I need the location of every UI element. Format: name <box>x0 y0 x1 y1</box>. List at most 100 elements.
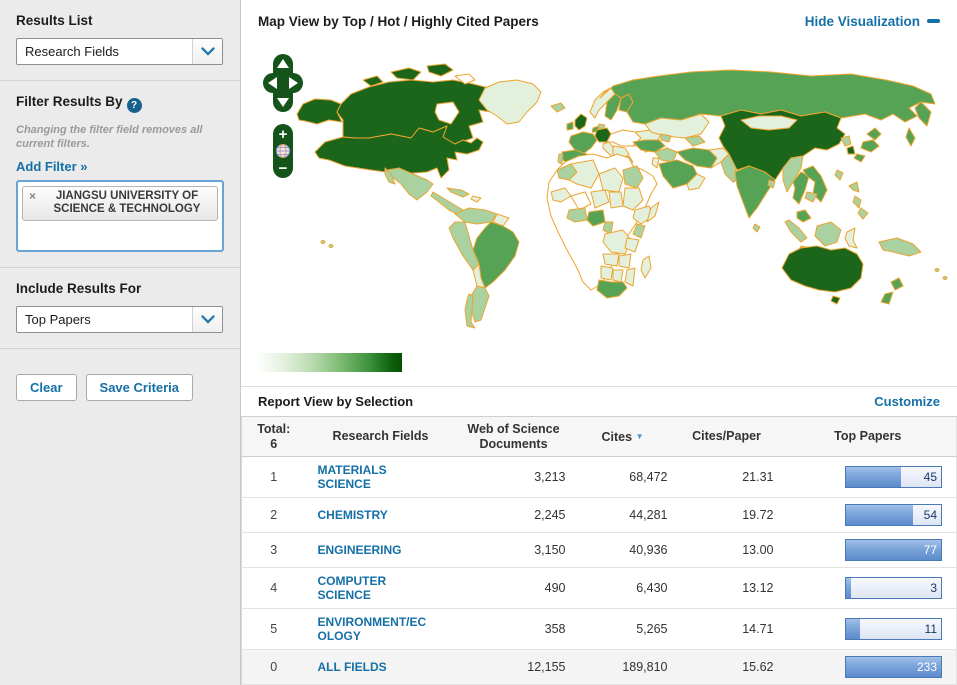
sidebar: Results List Research Fields Filter Resu… <box>0 0 241 685</box>
top-papers-cell: 45 <box>779 456 957 498</box>
pacific-island <box>942 276 948 281</box>
actions-section: Clear Save Criteria <box>0 348 240 416</box>
chevron-down-icon[interactable] <box>192 39 222 64</box>
new-guinea <box>878 237 922 257</box>
table-row: 5 ENVIRONMENT/ECOLOGY 358 5,265 14.71 11 <box>241 608 957 650</box>
research-field-cell: COMPUTER SCIENCE <box>305 567 456 609</box>
results-list-select[interactable]: Research Fields <box>16 38 223 65</box>
total-header: Total: 6 <box>241 416 306 457</box>
cites-per-paper-cell: 21.31 <box>673 456 780 498</box>
include-results-heading: Include Results For <box>16 281 142 296</box>
include-results-select[interactable]: Top Papers <box>16 306 223 333</box>
map-zoom-control[interactable]: + − <box>273 124 293 179</box>
research-field-link[interactable]: ENGINEERING <box>318 543 430 557</box>
filter-note: Changing the filter field removes all cu… <box>16 124 203 150</box>
top-papers-value: 77 <box>923 543 937 557</box>
zoom-in-button[interactable]: + <box>279 126 288 143</box>
map-view-header: Map View by Top / Hot / Highly Cited Pap… <box>241 0 957 42</box>
add-filter-link[interactable]: Add Filter » <box>16 159 88 174</box>
globe-icon[interactable] <box>276 144 290 159</box>
map-country-greenland[interactable] <box>478 79 542 125</box>
research-field-link[interactable]: ENVIRONMENT/ECOLOGY <box>318 615 430 643</box>
research-field-link[interactable]: CHEMISTRY <box>318 508 430 522</box>
map-country-alaska[interactable] <box>296 98 343 125</box>
column-research-fields[interactable]: Research Fields <box>305 416 456 457</box>
map-country-south-africa[interactable] <box>596 279 628 299</box>
zoom-out-button[interactable]: − <box>279 160 288 177</box>
include-results-selected-value: Top Papers <box>25 312 91 327</box>
map-country-new-zealand[interactable] <box>890 277 904 291</box>
cites-per-paper-cell: 13.00 <box>673 532 780 568</box>
world-map-choropleth[interactable]: + − <box>241 42 957 382</box>
filter-heading: Filter Results By? <box>16 94 224 113</box>
sulawesi <box>844 227 858 249</box>
top-papers-bar: 77 <box>845 539 942 561</box>
top-papers-bar: 11 <box>845 618 942 640</box>
results-list-heading: Results List <box>16 13 93 28</box>
column-wos-documents[interactable]: Web of Science Documents <box>455 416 572 457</box>
collapse-icon[interactable] <box>927 19 940 24</box>
map-country-mozambique <box>624 267 636 287</box>
cites-cell: 68,472 <box>571 456 674 498</box>
top-papers-cell: 233 <box>779 649 957 685</box>
rank-cell: 4 <box>241 567 306 609</box>
top-papers-value: 45 <box>923 470 937 484</box>
results-list-selected-value: Research Fields <box>25 44 119 59</box>
table-row: 0 ALL FIELDS 12,155 189,810 15.62 233 <box>241 649 957 685</box>
column-cites-per-paper[interactable]: Cites/Paper <box>673 416 780 457</box>
map-country-japan[interactable] <box>860 139 880 153</box>
map-country-zambia <box>618 253 632 269</box>
wos-documents-cell: 2,245 <box>455 497 572 533</box>
map-pan-control[interactable] <box>263 54 303 113</box>
map-country-japan <box>853 153 866 163</box>
top-papers-bar: 3 <box>845 577 942 599</box>
map-country-new-zealand[interactable] <box>880 291 894 305</box>
map-country-taiwan <box>834 169 844 181</box>
rank-cell: 0 <box>241 649 306 685</box>
column-cites-sorted[interactable]: Cites ▼ <box>571 416 674 457</box>
research-field-link[interactable]: MATERIALS SCIENCE <box>318 463 430 491</box>
cites-cell: 189,810 <box>571 649 674 685</box>
map-country-cuba <box>446 187 470 198</box>
save-criteria-button[interactable]: Save Criteria <box>85 374 194 401</box>
rank-cell: 2 <box>241 497 306 533</box>
top-papers-value: 233 <box>916 660 937 674</box>
hawaii-island <box>320 240 326 245</box>
map-country-cambodia <box>804 191 818 203</box>
help-icon[interactable]: ? <box>126 98 142 113</box>
filter-tag-label: JIANGSU UNIVERSITY OF SCIENCE & TECHNOLO… <box>53 190 201 215</box>
cites-per-paper-cell: 13.12 <box>673 567 780 609</box>
table-row: 3 ENGINEERING 3,150 40,936 13.00 77 <box>241 532 957 568</box>
levant <box>651 157 660 169</box>
report-table-body: 1 MATERIALS SCIENCE 3,213 68,472 21.31 45 2 CHE… <box>241 456 957 685</box>
research-field-link[interactable]: COMPUTER SCIENCE <box>318 574 430 602</box>
map-country-uk[interactable] <box>574 113 588 131</box>
west-africa <box>566 207 588 223</box>
hide-visualization-link[interactable]: Hide Visualization <box>805 14 920 29</box>
filter-tag[interactable]: × JIANGSU UNIVERSITY OF SCIENCE & TECHNO… <box>22 186 218 221</box>
map-country-philippines <box>848 181 860 193</box>
top-papers-cell: 77 <box>779 532 957 568</box>
research-field-cell: ENGINEERING <box>305 532 456 568</box>
map-area: + − <box>241 42 957 349</box>
top-papers-cell: 54 <box>779 497 957 533</box>
map-country-argentina[interactable] <box>470 285 490 323</box>
map-country-australia[interactable] <box>781 245 864 293</box>
map-country-japan[interactable] <box>866 127 882 141</box>
customize-link[interactable]: Customize <box>874 394 940 409</box>
table-row: 2 CHEMISTRY 2,245 44,281 19.72 54 <box>241 497 957 533</box>
svg-text:−: − <box>279 160 288 177</box>
map-country-angola <box>602 253 620 267</box>
clear-button[interactable]: Clear <box>16 374 77 401</box>
report-view-title: Report View by Selection <box>258 394 414 410</box>
map-country-north-korea <box>840 135 852 147</box>
research-field-link[interactable]: ALL FIELDS <box>318 660 430 674</box>
caribbean-island <box>470 195 482 203</box>
cites-per-paper-cell: 15.62 <box>673 649 780 685</box>
column-top-papers[interactable]: Top Papers <box>779 416 957 457</box>
research-field-cell: ALL FIELDS <box>305 649 456 685</box>
remove-filter-icon[interactable]: × <box>29 190 36 203</box>
chevron-down-icon[interactable] <box>192 307 222 332</box>
app-root: Results List Research Fields Filter Resu… <box>0 0 957 685</box>
map-country-iceland <box>550 102 566 113</box>
